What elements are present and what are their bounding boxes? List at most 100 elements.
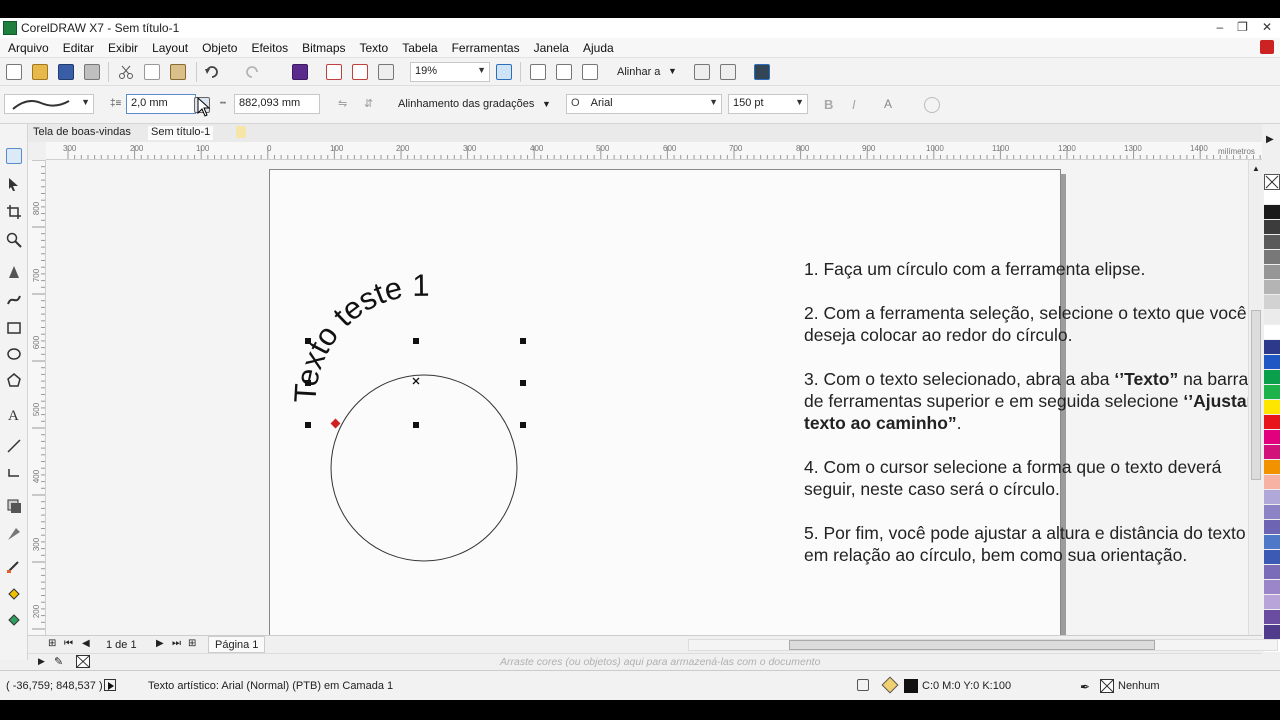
- no-fill-swatch-icon[interactable]: [76, 655, 90, 668]
- color-swatch[interactable]: [1264, 205, 1280, 220]
- menu-editar[interactable]: Editar: [63, 41, 94, 55]
- paste-icon[interactable]: [170, 64, 186, 80]
- menu-exibir[interactable]: Exibir: [108, 41, 138, 55]
- crop-tool-icon[interactable]: [6, 204, 22, 220]
- options-icon[interactable]: [694, 64, 710, 80]
- undo-icon[interactable]: [204, 64, 220, 80]
- search-content-icon[interactable]: [292, 64, 308, 80]
- color-swatch[interactable]: [1264, 445, 1280, 460]
- show-guidelines-icon[interactable]: [582, 64, 598, 80]
- ellipse-tool-icon[interactable]: [6, 346, 22, 362]
- vertical-ruler[interactable]: 800 700 600 500 400 300 200: [28, 160, 46, 636]
- polygon-tool-icon[interactable]: [6, 372, 22, 388]
- rotation-center-icon[interactable]: [412, 377, 420, 385]
- color-swatch[interactable]: [1264, 265, 1280, 280]
- show-rulers-icon[interactable]: [530, 64, 546, 80]
- color-eyedropper-tool-icon[interactable]: [6, 558, 22, 574]
- vertical-scroll-thumb[interactable]: [1251, 310, 1261, 480]
- status-play-icon[interactable]: [104, 679, 116, 691]
- new-document-icon[interactable]: [6, 64, 22, 80]
- color-swatch[interactable]: [1264, 355, 1280, 370]
- color-swatch[interactable]: [1264, 535, 1280, 550]
- drawing-canvas[interactable]: Texto teste 1 1. Faça um círculo com a f…: [46, 160, 1248, 636]
- redo-icon[interactable]: [244, 64, 260, 80]
- transparency-tool-icon[interactable]: [6, 526, 22, 542]
- open-folder-icon[interactable]: [32, 64, 48, 80]
- menu-efeitos[interactable]: Efeitos: [251, 41, 288, 55]
- color-swatch[interactable]: [1264, 550, 1280, 565]
- cut-icon[interactable]: [118, 64, 134, 80]
- color-swatch[interactable]: [1264, 235, 1280, 250]
- color-swatch[interactable]: [1264, 475, 1280, 490]
- color-swatch[interactable]: [1264, 340, 1280, 355]
- print-icon[interactable]: [84, 64, 100, 80]
- color-swatch[interactable]: [1264, 250, 1280, 265]
- zoom-tool-icon[interactable]: [6, 232, 22, 248]
- menu-tabela[interactable]: Tabela: [402, 41, 437, 55]
- no-color-swatch[interactable]: [1264, 174, 1280, 190]
- menu-ajuda[interactable]: Ajuda: [583, 41, 614, 55]
- menu-ferramentas[interactable]: Ferramentas: [452, 41, 520, 55]
- interactive-fill-tool-icon[interactable]: [6, 586, 22, 602]
- chevron-down-icon[interactable]: ▼: [542, 99, 551, 109]
- drawing-page[interactable]: Texto teste 1 1. Faça um círculo com a f…: [269, 169, 1248, 636]
- color-swatch[interactable]: [1264, 370, 1280, 385]
- color-swatch[interactable]: [1264, 280, 1280, 295]
- application-launcher-icon[interactable]: [720, 64, 736, 80]
- previous-page-icon[interactable]: ◀: [82, 638, 90, 649]
- color-swatch[interactable]: [1264, 610, 1280, 625]
- palette-menu-icon[interactable]: ▶: [38, 656, 45, 667]
- parallel-dimension-tool-icon[interactable]: [6, 438, 22, 454]
- menu-objeto[interactable]: Objeto: [202, 41, 237, 55]
- menu-arquivo[interactable]: Arquivo: [8, 41, 49, 55]
- show-grid-icon[interactable]: [556, 64, 572, 80]
- snap-marks-icon[interactable]: [924, 97, 940, 113]
- circle-shape[interactable]: [330, 374, 518, 562]
- character-formatting-icon[interactable]: A: [884, 97, 892, 111]
- document-close-icon[interactable]: [1260, 40, 1274, 54]
- restore-button[interactable]: ❐: [1237, 20, 1248, 34]
- gradient-alignment-label[interactable]: Alinhamento das gradações: [398, 98, 534, 110]
- artistic-media-tool-icon[interactable]: [6, 292, 22, 308]
- italic-icon[interactable]: I: [852, 97, 856, 112]
- zoom-combo[interactable]: 19% ▼: [410, 62, 490, 82]
- color-swatch[interactable]: [1264, 220, 1280, 235]
- color-proofing-icon[interactable]: [857, 679, 869, 691]
- add-page-after-icon[interactable]: ⊞: [188, 638, 196, 649]
- horizontal-scrollbar[interactable]: [688, 639, 1278, 651]
- font-size-combo[interactable]: 150 pt ▼: [728, 94, 808, 114]
- export-icon[interactable]: [352, 64, 368, 80]
- horizontal-ruler[interactable]: 300 200 100 0 100 200 300 400 500 600 70…: [46, 142, 1262, 160]
- first-page-icon[interactable]: ⏮: [64, 638, 73, 649]
- color-swatch[interactable]: [1264, 415, 1280, 430]
- color-swatch[interactable]: [1264, 190, 1280, 205]
- import-icon[interactable]: [326, 64, 342, 80]
- text-orientation-combo[interactable]: ▼: [4, 94, 94, 114]
- fill-color-swatch[interactable]: [904, 679, 918, 693]
- horizontal-offset-input[interactable]: 882,093 mm: [234, 94, 320, 114]
- menu-bitmaps[interactable]: Bitmaps: [302, 41, 345, 55]
- last-page-icon[interactable]: ⏭: [172, 638, 181, 649]
- next-page-icon[interactable]: ▶: [156, 638, 164, 649]
- horizontal-scroll-thumb[interactable]: [789, 640, 1155, 650]
- outline-none-swatch[interactable]: [1100, 679, 1114, 693]
- smart-fill-tool-icon[interactable]: [6, 612, 22, 628]
- scroll-up-icon[interactable]: ▲: [1252, 164, 1260, 173]
- page-tab-1[interactable]: Página 1: [208, 636, 266, 653]
- publish-pdf-icon[interactable]: [378, 64, 394, 80]
- color-swatch[interactable]: [1264, 490, 1280, 505]
- full-screen-icon[interactable]: [496, 64, 512, 80]
- eyedropper-icon[interactable]: ✎: [54, 655, 63, 668]
- menu-layout[interactable]: Layout: [152, 41, 188, 55]
- color-swatch[interactable]: [1264, 580, 1280, 595]
- freehand-tool-icon[interactable]: [6, 264, 22, 280]
- palette-scroll-right-icon[interactable]: ▶: [1266, 134, 1274, 145]
- tab-close-icon[interactable]: [236, 126, 246, 138]
- welcome-screen-icon[interactable]: [754, 64, 770, 80]
- color-swatch[interactable]: [1264, 325, 1280, 340]
- text-tool-icon[interactable]: A: [6, 406, 22, 424]
- color-swatch[interactable]: [1264, 505, 1280, 520]
- color-swatch[interactable]: [1264, 400, 1280, 415]
- font-list-combo[interactable]: O Arial ▼: [566, 94, 722, 114]
- bold-icon[interactable]: B: [824, 97, 833, 112]
